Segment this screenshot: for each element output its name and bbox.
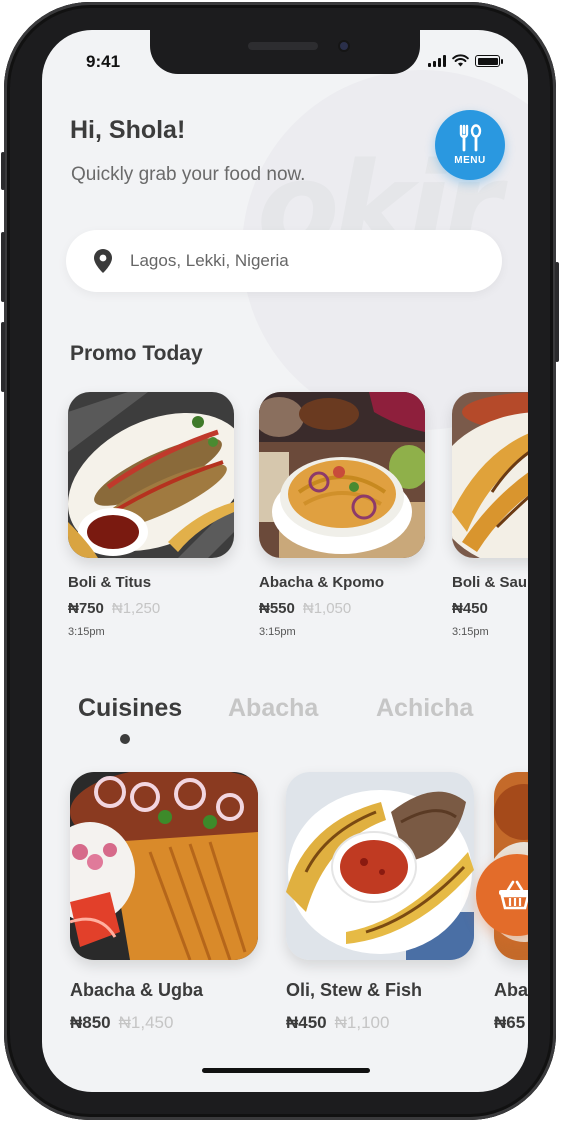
cuisine-price-line: ₦65 xyxy=(494,1013,528,1033)
menu-fork-spoon-icon xyxy=(459,124,482,152)
tab-achicha[interactable]: Achicha xyxy=(376,694,473,723)
tab-cuisines[interactable]: Cuisines xyxy=(78,694,182,723)
food-image-oli-stew-fish xyxy=(286,772,474,960)
promo-card[interactable]: Boli & Titus ₦750 ₦1,250 3:15pm xyxy=(68,392,236,638)
menu-button[interactable]: MENU xyxy=(435,110,505,180)
cuisine-card[interactable]: Oli, Stew & Fish ₦450 ₦1,100 xyxy=(286,772,476,1033)
active-tab-indicator xyxy=(120,734,130,744)
wifi-icon xyxy=(452,54,469,67)
cuisine-price: ₦450 xyxy=(286,1013,327,1032)
category-tabs: Cuisines Abacha Achicha xyxy=(78,694,528,754)
cuisine-price: ₦850 xyxy=(70,1013,111,1032)
food-image-abacha-kpomo xyxy=(259,392,425,558)
promo-price: ₦450 xyxy=(452,600,488,617)
promo-card[interactable]: Boli & Sau ₦450 3:15pm xyxy=(452,392,528,638)
location-pin-icon xyxy=(92,248,114,274)
promo-item-name: Boli & Sau xyxy=(452,574,528,591)
tab-abacha[interactable]: Abacha xyxy=(228,694,318,723)
cuisine-carousel[interactable]: Abacha & Ugba ₦850 ₦1,450 Oli, Stew & Fi… xyxy=(70,772,528,1052)
silent-switch xyxy=(1,152,5,190)
promo-price: ₦550 xyxy=(259,600,295,617)
cuisine-item-name: Aba xyxy=(494,980,528,1000)
food-image-boli-titus xyxy=(68,392,234,558)
app-screen: okir 9:41 Hi, Shola! Quickly grab your f… xyxy=(42,30,528,1092)
cuisine-card[interactable]: Abacha & Ugba ₦850 ₦1,450 xyxy=(70,772,260,1033)
status-icons xyxy=(428,54,503,67)
speaker xyxy=(248,42,318,50)
status-time: 9:41 xyxy=(86,52,121,71)
cuisine-price-line: ₦850 ₦1,450 xyxy=(70,1013,260,1033)
promo-price-line: ₦450 xyxy=(452,600,528,618)
promo-time: 3:15pm xyxy=(452,626,489,638)
location-text: Lagos, Lekki, Nigeria xyxy=(130,251,289,270)
promo-time: 3:15pm xyxy=(68,626,105,638)
volume-up-button xyxy=(1,232,5,302)
promo-old-price: ₦1,250 xyxy=(111,600,161,617)
promo-item-name: Boli & Titus xyxy=(68,574,152,591)
promo-section-title: Promo Today xyxy=(70,342,203,365)
promo-old-price: ₦1,050 xyxy=(302,600,352,617)
cuisine-item-name: Oli, Stew & Fish xyxy=(286,980,423,1000)
promo-item-name: Abacha & Kpomo xyxy=(259,574,385,591)
location-search-bar[interactable]: Lagos, Lekki, Nigeria xyxy=(66,230,502,292)
front-camera xyxy=(338,40,350,52)
cuisine-price-line: ₦450 ₦1,100 xyxy=(286,1013,476,1033)
food-image-boli-sauce xyxy=(452,392,528,558)
basket-icon xyxy=(499,880,528,910)
promo-card[interactable]: Abacha & Kpomo ₦550 ₦1,050 3:15pm xyxy=(259,392,427,638)
promo-carousel[interactable]: Boli & Titus ₦750 ₦1,250 3:15pm Abacha &… xyxy=(68,392,528,652)
greeting-subtitle: Quickly grab your food now. xyxy=(71,164,306,185)
menu-button-label: MENU xyxy=(454,155,486,166)
notch xyxy=(150,30,420,74)
promo-time: 3:15pm xyxy=(259,626,296,638)
cuisine-price: ₦65 xyxy=(494,1013,526,1032)
signal-icon xyxy=(428,55,446,67)
cuisine-old-price: ₦1,450 xyxy=(118,1013,174,1032)
battery-icon xyxy=(475,55,503,67)
volume-down-button xyxy=(1,322,5,392)
promo-price-line: ₦750 ₦1,250 xyxy=(68,600,236,618)
home-indicator[interactable] xyxy=(202,1068,370,1073)
cuisine-old-price: ₦1,100 xyxy=(334,1013,390,1032)
greeting-title: Hi, Shola! xyxy=(70,116,186,144)
promo-price: ₦750 xyxy=(68,600,104,617)
cuisine-item-name: Abacha & Ugba xyxy=(70,980,204,1000)
promo-price-line: ₦550 ₦1,050 xyxy=(259,600,427,618)
power-button xyxy=(555,262,559,362)
food-image-abacha-ugba xyxy=(70,772,258,960)
phone-frame: okir 9:41 Hi, Shola! Quickly grab your f… xyxy=(1,2,559,1120)
